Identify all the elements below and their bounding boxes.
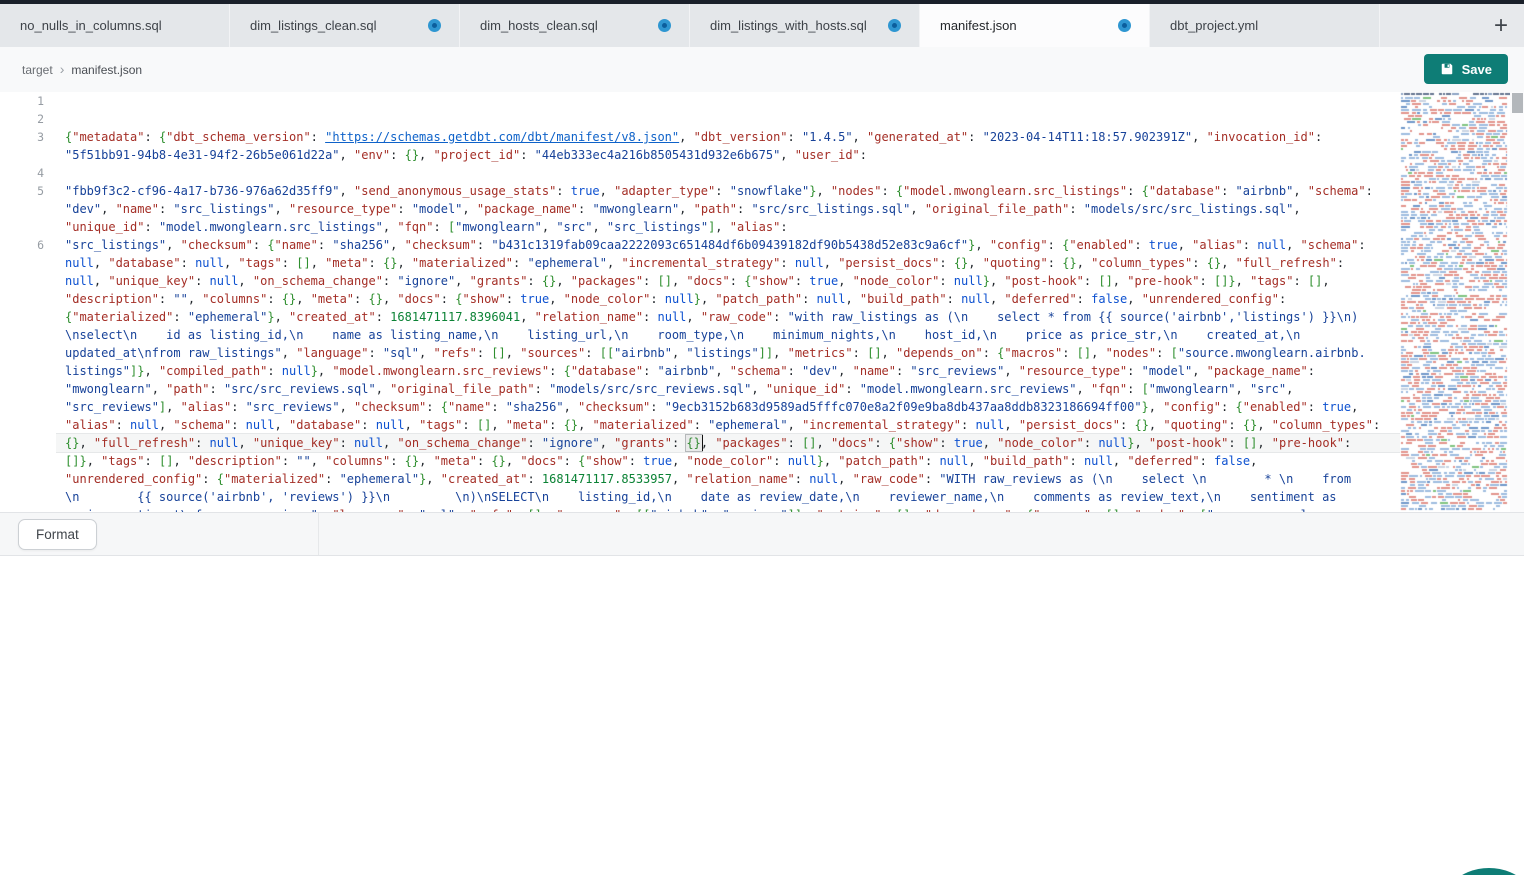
format-button[interactable]: Format xyxy=(18,519,97,550)
unsaved-dot-icon xyxy=(428,19,441,32)
tab-no_nulls_in_columns.sql[interactable]: no_nulls_in_columns.sql xyxy=(0,4,230,47)
tab-label: dim_hosts_clean.sql xyxy=(480,18,598,33)
code-line[interactable]: \n {{ source('airbnb', 'reviews') }}\n \… xyxy=(0,488,1400,506)
code-text: "description": "", "columns": {}, "meta"… xyxy=(65,290,1286,308)
code-line[interactable]: "description": "", "columns": {}, "meta"… xyxy=(0,290,1400,308)
code-text: review_sentiment\nfrom raw_reviews", "la… xyxy=(65,506,1337,512)
code-text: null, "unique_key": null, "on_schema_cha… xyxy=(65,272,1330,290)
line-number: 6 xyxy=(0,236,44,254)
code-line[interactable]: {}, "full_refresh": null, "unique_key": … xyxy=(0,434,1400,452)
code-editor[interactable]: 123 {"metadata": {"dbt_schema_version": "… xyxy=(0,92,1524,512)
code-line[interactable]: "alias": null, "schema": null, "database… xyxy=(0,416,1400,434)
results-panel xyxy=(0,556,1524,875)
code-text: "5f51bb91-94b8-4e31-94f2-26b5e061d22a", … xyxy=(65,146,867,164)
tab-label: dbt_project.yml xyxy=(1170,18,1258,33)
line-number: 3 xyxy=(0,128,44,146)
save-button-label: Save xyxy=(1462,62,1492,77)
new-tab-button[interactable]: + xyxy=(1484,4,1518,47)
code-line[interactable]: 1 xyxy=(0,92,1400,110)
code-line[interactable]: "unrendered_config": {"materialized": "e… xyxy=(0,470,1400,488)
save-button[interactable]: Save xyxy=(1424,54,1508,84)
code-text: null, "database": null, "tags": [], "met… xyxy=(65,254,1344,272)
code-text: \nselect\n id as listing_id,\n name as l… xyxy=(65,326,1300,344)
code-text: "src_listings", "checksum": {"name": "sh… xyxy=(65,236,1366,254)
code-text: updated_at\nfrom raw_listings", "languag… xyxy=(65,344,1366,362)
code-line[interactable]: 4 xyxy=(0,164,1400,182)
code-text: {"materialized": "ephemeral"}, "created_… xyxy=(65,308,1358,326)
code-text: {}, "full_refresh": null, "unique_key": … xyxy=(65,434,1351,452)
code-line[interactable]: \nselect\n id as listing_id,\n name as l… xyxy=(0,326,1400,344)
code-line[interactable]: {"materialized": "ephemeral"}, "created_… xyxy=(0,308,1400,326)
line-number: 4 xyxy=(0,164,44,182)
breadcrumb-file: manifest.json xyxy=(71,63,142,77)
code-text: []}, "tags": [], "description": "", "col… xyxy=(65,452,1257,470)
code-line[interactable]: "mwonglearn", "path": "src/src_reviews.s… xyxy=(0,380,1400,398)
scrollbar-thumb[interactable] xyxy=(1512,93,1523,113)
tab-label: dim_listings_with_hosts.sql xyxy=(710,18,867,33)
save-icon xyxy=(1440,62,1454,76)
code-line[interactable]: null, "database": null, "tags": [], "met… xyxy=(0,254,1400,272)
breadcrumb-bar: target › manifest.json Save xyxy=(0,47,1524,93)
breadcrumb: target › manifest.json xyxy=(22,47,142,92)
tab-dim_listings_clean.sql[interactable]: dim_listings_clean.sql xyxy=(230,4,460,47)
line-number: 1 xyxy=(0,92,44,110)
chevron-right-icon: › xyxy=(60,61,65,77)
code-line[interactable]: "5f51bb91-94b8-4e31-94f2-26b5e061d22a", … xyxy=(0,146,1400,164)
code-text: "dev", "name": "src_listings", "resource… xyxy=(65,200,1301,218)
code-text: {"metadata": {"dbt_schema_version": "htt… xyxy=(65,128,1322,146)
code-line[interactable]: updated_at\nfrom raw_listings", "languag… xyxy=(0,344,1400,362)
tab-list: no_nulls_in_columns.sql dim_listings_clea… xyxy=(0,4,1380,47)
tab-manifest.json[interactable]: manifest.json xyxy=(920,4,1150,47)
code-line[interactable]: 3 {"metadata": {"dbt_schema_version": "ht… xyxy=(0,128,1400,146)
tab-label: no_nulls_in_columns.sql xyxy=(20,18,162,33)
code-line[interactable]: listings"]}, "compiled_path": null}, "mo… xyxy=(0,362,1400,380)
code-line[interactable]: "src_reviews"], "alias": "src_reviews", … xyxy=(0,398,1400,416)
code-line[interactable]: "unique_id": "model.mwonglearn.src_listi… xyxy=(0,218,1400,236)
code-text: "fbb9f3c2-cf96-4a17-b736-976a62d35ff9", … xyxy=(65,182,1373,200)
code-text: \n {{ source('airbnb', 'reviews') }}\n \… xyxy=(65,488,1337,506)
unsaved-dot-icon xyxy=(658,19,671,32)
code-text: "alias": null, "schema": null, "database… xyxy=(65,416,1380,434)
code-text: "unique_id": "model.mwonglearn.src_listi… xyxy=(65,218,788,236)
unsaved-dot-icon xyxy=(1118,19,1131,32)
tab-label: dim_listings_clean.sql xyxy=(250,18,376,33)
tab-dim_hosts_clean.sql[interactable]: dim_hosts_clean.sql xyxy=(460,4,690,47)
tab-label: manifest.json xyxy=(940,18,1017,33)
plus-icon: + xyxy=(1494,12,1508,39)
code-text: "src_reviews"], "alias": "src_reviews", … xyxy=(65,398,1358,416)
code-line[interactable]: 5 "fbb9f3c2-cf96-4a17-b736-976a62d35ff9",… xyxy=(0,182,1400,200)
code-line[interactable]: "dev", "name": "src_listings", "resource… xyxy=(0,200,1400,218)
bracket-match-highlight xyxy=(685,434,702,452)
code-line[interactable]: []}, "tags": [], "description": "", "col… xyxy=(0,452,1400,470)
code-line[interactable]: 6 "src_listings", "checksum": {"name": "s… xyxy=(0,236,1400,254)
code-text: "unrendered_config": {"materialized": "e… xyxy=(65,470,1351,488)
breadcrumb-folder: target xyxy=(22,63,53,77)
line-number: 2 xyxy=(0,110,44,128)
format-bar: Format xyxy=(0,512,1524,556)
panel-divider xyxy=(318,513,319,555)
code-line[interactable]: null, "unique_key": null, "on_schema_cha… xyxy=(0,272,1400,290)
code-line[interactable]: 2 xyxy=(0,110,1400,128)
text-cursor xyxy=(702,435,704,451)
tab-dbt_project.yml[interactable]: dbt_project.yml xyxy=(1150,4,1380,47)
tab-bar: no_nulls_in_columns.sql dim_listings_clea… xyxy=(0,4,1524,47)
code-line[interactable]: review_sentiment\nfrom raw_reviews", "la… xyxy=(0,506,1400,512)
minimap[interactable] xyxy=(1400,92,1510,512)
code-text: listings"]}, "compiled_path": null}, "mo… xyxy=(65,362,1315,380)
scrollbar[interactable] xyxy=(1510,92,1524,512)
tab-dim_listings_with_hosts.sql[interactable]: dim_listings_with_hosts.sql xyxy=(690,4,920,47)
unsaved-dot-icon xyxy=(888,19,901,32)
dbt-cloud-ide: no_nulls_in_columns.sql dim_listings_clea… xyxy=(0,0,1524,875)
code-text: "mwonglearn", "path": "src/src_reviews.s… xyxy=(65,380,1293,398)
line-number: 5 xyxy=(0,182,44,200)
